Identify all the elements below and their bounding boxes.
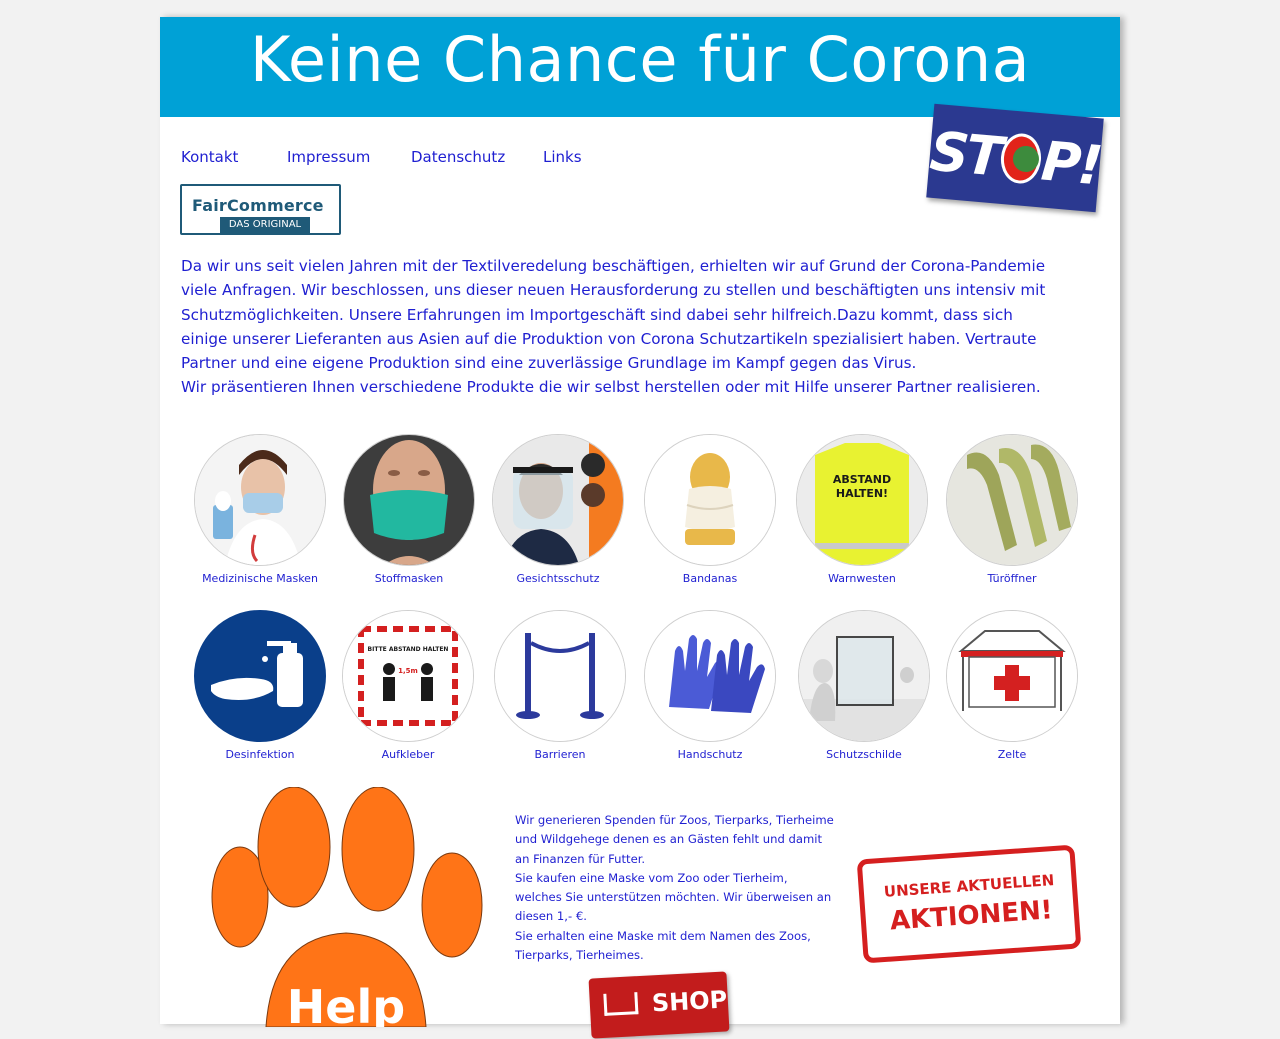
product-schutzschilde[interactable]: Schutzschilde [784, 610, 944, 761]
product-label: Medizinische Masken [202, 572, 318, 585]
product-label: Bandanas [682, 572, 738, 585]
sticker-distance: 1,5m [398, 667, 418, 675]
current-offers-stamp[interactable]: UNSERE AKTUELLEN AKTIONEN! [856, 844, 1082, 964]
nav-link-impressum[interactable]: Impressum [287, 148, 370, 166]
product-medizinische-masken[interactable]: Medizinische Masken [180, 434, 340, 585]
product-zelte[interactable]: Zelte [932, 610, 1092, 761]
donation-text: Wir generieren Spenden für Zoos, Tierpar… [515, 811, 835, 965]
stamp-line-2: AKTIONEN! [888, 895, 1054, 937]
product-handschutz[interactable]: Handschutz [630, 610, 790, 761]
product-label: Gesichtsschutz [516, 572, 600, 585]
face-shield-image [492, 434, 624, 566]
product-label: Warnwesten [828, 572, 896, 585]
product-label: Türöffner [987, 572, 1037, 585]
faircommerce-logo-tagline: DAS ORIGINAL [220, 217, 310, 233]
nav-link-datenschutz[interactable]: Datenschutz [411, 148, 505, 166]
product-label: Handschutz [677, 748, 743, 761]
product-desinfektion[interactable]: Desinfektion [180, 610, 340, 761]
paw-help-text: Help [287, 980, 405, 1027]
intro-paragraph-2: Wir präsentieren Ihnen verschiedene Prod… [181, 378, 1041, 397]
donation-line-3: Sie erhalten eine Maske mit dem Namen de… [515, 928, 811, 963]
product-label: Stoffmasken [374, 572, 444, 585]
nav-link-links[interactable]: Links [543, 148, 582, 166]
donation-line-1: Wir generieren Spenden für Zoos, Tierpar… [515, 813, 834, 866]
shop-button-label: SHOP [651, 985, 728, 1018]
product-stoffmasken[interactable]: Stoffmasken [329, 434, 489, 585]
donation-line-2: Sie kaufen eine Maske vom Zoo oder Tierh… [515, 870, 832, 924]
product-tueroeffner[interactable]: Türöffner [932, 434, 1092, 585]
intro-paragraph-1: Da wir uns seit vielen Jahren mit der Te… [181, 257, 1046, 373]
door-opener-image [946, 434, 1078, 566]
svg-text:ABSTAND: ABSTAND [833, 473, 891, 486]
product-gesichtsschutz[interactable]: Gesichtsschutz [478, 434, 638, 585]
nav-link-kontakt[interactable]: Kontakt [181, 148, 238, 166]
sticker-image: BITTE ABSTAND HALTEN 1,5m [342, 610, 474, 742]
gloves-image [644, 610, 776, 742]
medical-mask-image [194, 434, 326, 566]
disinfection-image [194, 610, 326, 742]
svg-text:HALTEN!: HALTEN! [836, 487, 888, 500]
shopping-cart-icon [603, 992, 639, 1016]
virus-icon [998, 131, 1043, 186]
page-container: Keine Chance für Corona ST P! Kontakt Im… [160, 17, 1120, 1039]
protective-shield-image [798, 610, 930, 742]
paw-help-icon[interactable]: Help [208, 787, 488, 1027]
product-warnwesten[interactable]: ABSTAND HALTEN! Warnwesten [782, 434, 942, 585]
faircommerce-logo-name: FairCommerce [192, 196, 324, 215]
stop-corona-badge: ST P! [926, 103, 1104, 213]
product-aufkleber[interactable]: BITTE ABSTAND HALTEN 1,5m Aufkleber [328, 610, 488, 761]
product-barrieren[interactable]: Barrieren [480, 610, 640, 761]
stop-badge-text-left: ST [927, 119, 1003, 189]
product-label: Zelte [997, 748, 1027, 761]
intro-text: Da wir uns seit vielen Jahren mit der Te… [181, 254, 1061, 400]
sticker-text: BITTE ABSTAND HALTEN [368, 646, 449, 653]
barrier-image [494, 610, 626, 742]
cloth-mask-image [343, 434, 475, 566]
stop-badge-text-right: P! [1038, 128, 1103, 197]
product-bandanas[interactable]: Bandanas [630, 434, 790, 585]
faircommerce-logo[interactable]: FairCommerce DAS ORIGINAL [180, 184, 341, 235]
shop-button[interactable]: SHOP [588, 971, 730, 1039]
safety-vest-image: ABSTAND HALTEN! [796, 434, 928, 566]
site-title: Keine Chance für Corona [249, 23, 1031, 96]
product-label: Aufkleber [381, 748, 435, 761]
tent-image [946, 610, 1078, 742]
header-banner: Keine Chance für Corona [160, 17, 1120, 117]
product-label: Schutzschilde [826, 748, 902, 761]
bandana-image [644, 434, 776, 566]
product-label: Barrieren [534, 748, 586, 761]
product-label: Desinfektion [225, 748, 295, 761]
